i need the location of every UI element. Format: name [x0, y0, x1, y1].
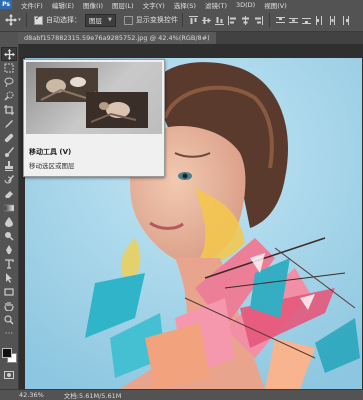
separator: [181, 13, 183, 27]
align-vcenter-icon[interactable]: [201, 15, 211, 25]
brush-tool[interactable]: [2, 146, 16, 158]
healing-brush-icon: [4, 133, 14, 143]
history-brush-tool[interactable]: [2, 174, 16, 186]
gradient-tool[interactable]: [2, 202, 16, 214]
distribute-bottom-icon[interactable]: [301, 15, 311, 25]
quick-select-tool[interactable]: [2, 90, 16, 102]
align-right-icon[interactable]: [254, 15, 263, 25]
move-tool-demo-image: [36, 68, 148, 128]
path-select-tool[interactable]: [2, 272, 16, 284]
pen-icon: [6, 245, 12, 254]
align-top-icon[interactable]: [188, 15, 198, 25]
app-logo[interactable]: Ps: [0, 0, 12, 9]
rectangle-tool[interactable]: [2, 286, 16, 298]
blur-tool[interactable]: [2, 216, 16, 228]
lasso-tool[interactable]: [2, 76, 16, 88]
align-bottom-icon[interactable]: [214, 15, 224, 25]
history-brush-icon: [4, 175, 14, 184]
quick-select-icon: [4, 91, 14, 101]
marquee-icon: [4, 63, 14, 73]
document-tab-bar: d8abf157882315.59e76a9285752.jpg @ 42.4%…: [18, 32, 363, 44]
distribute-right-icon[interactable]: [341, 15, 350, 25]
more-tools-icon: ···: [4, 329, 14, 339]
move-icon: [5, 14, 18, 26]
eyedropper-icon: [5, 120, 13, 128]
tooltip-title: 移动工具 (V): [29, 148, 72, 156]
clone-stamp-tool[interactable]: [2, 160, 16, 172]
zoom-level[interactable]: 42.36%: [19, 391, 44, 399]
separator: [268, 13, 270, 27]
dodge-icon: [5, 232, 14, 241]
auto-select-checkbox[interactable]: [34, 14, 43, 25]
gradient-icon: [4, 204, 14, 212]
more-tools-button[interactable]: ···: [2, 328, 16, 340]
auto-select-label: 自动选择：: [46, 16, 81, 24]
clone-stamp-icon: [5, 161, 13, 171]
pen-tool[interactable]: [2, 244, 16, 256]
menu-bar: Ps 文件(F) 编辑(E) 图像(I) 图层(L) 文字(Y) 选择(S) 滤…: [0, 0, 363, 10]
menu-3d[interactable]: 3D(D): [236, 1, 255, 9]
distribute-left-icon[interactable]: [315, 15, 324, 25]
crop-icon: [4, 105, 14, 115]
align-hcenter-icon[interactable]: [241, 15, 250, 25]
move-icon: [3, 48, 15, 60]
auto-select-target-value: 图层: [89, 17, 102, 25]
tooltip-preview-image: [26, 62, 162, 134]
foreground-color-swatch[interactable]: [2, 348, 12, 358]
crop-tool[interactable]: [2, 104, 16, 116]
status-bar: 42.36% 文档:5.61M/5.61M: [0, 389, 363, 400]
lasso-icon: [4, 77, 14, 87]
move-tool[interactable]: [1, 47, 17, 61]
hand-icon: [4, 302, 14, 311]
color-swatches[interactable]: [2, 344, 17, 363]
distribute-top-icon[interactable]: [275, 15, 285, 25]
document-tab[interactable]: d8abf157882315.59e76a9285752.jpg @ 42.4%…: [18, 32, 216, 44]
tooltip-description: 移动选区或图层: [29, 162, 75, 170]
quick-mask-button[interactable]: [2, 369, 16, 381]
align-left-icon[interactable]: [227, 15, 237, 25]
hand-tool[interactable]: [2, 300, 16, 312]
auto-select-target-dropdown[interactable]: 图层 ▼: [85, 13, 116, 27]
blur-icon: [5, 217, 13, 227]
zoom-tool[interactable]: [2, 314, 16, 326]
show-transform-checkbox[interactable]: [123, 15, 133, 25]
healing-brush-tool[interactable]: [2, 132, 16, 144]
distribute-vcenter-icon[interactable]: [288, 15, 298, 25]
separator: [26, 13, 27, 27]
show-transform-label: 显示变换控件: [135, 16, 178, 24]
type-tool[interactable]: [2, 258, 16, 270]
tools-panel: ···: [0, 44, 19, 389]
marquee-tool[interactable]: [2, 62, 16, 74]
quick-mask-icon: [4, 371, 14, 379]
brush-icon: [5, 147, 14, 157]
tool-tooltip: 移动工具 (V) 移动选区或图层: [23, 59, 165, 177]
document-tab-label: d8abf157882315.59e76a9285752.jpg @ 42.4%…: [24, 34, 210, 42]
eraser-tool[interactable]: [2, 188, 16, 200]
type-icon: [5, 259, 14, 269]
zoom-icon: [4, 315, 14, 325]
tool-preset-picker[interactable]: ▾: [4, 12, 22, 28]
options-bar: ▾ 自动选择： 图层 ▼ 显示变换控件: [0, 9, 363, 32]
chevron-down-icon: ▼: [108, 17, 112, 23]
eraser-icon: [5, 191, 13, 198]
eyedropper-tool[interactable]: [2, 118, 16, 130]
path-select-icon: [6, 273, 12, 283]
dodge-tool[interactable]: [2, 230, 16, 242]
rectangle-icon: [4, 288, 14, 296]
distribute-hcenter-icon[interactable]: [328, 15, 337, 25]
